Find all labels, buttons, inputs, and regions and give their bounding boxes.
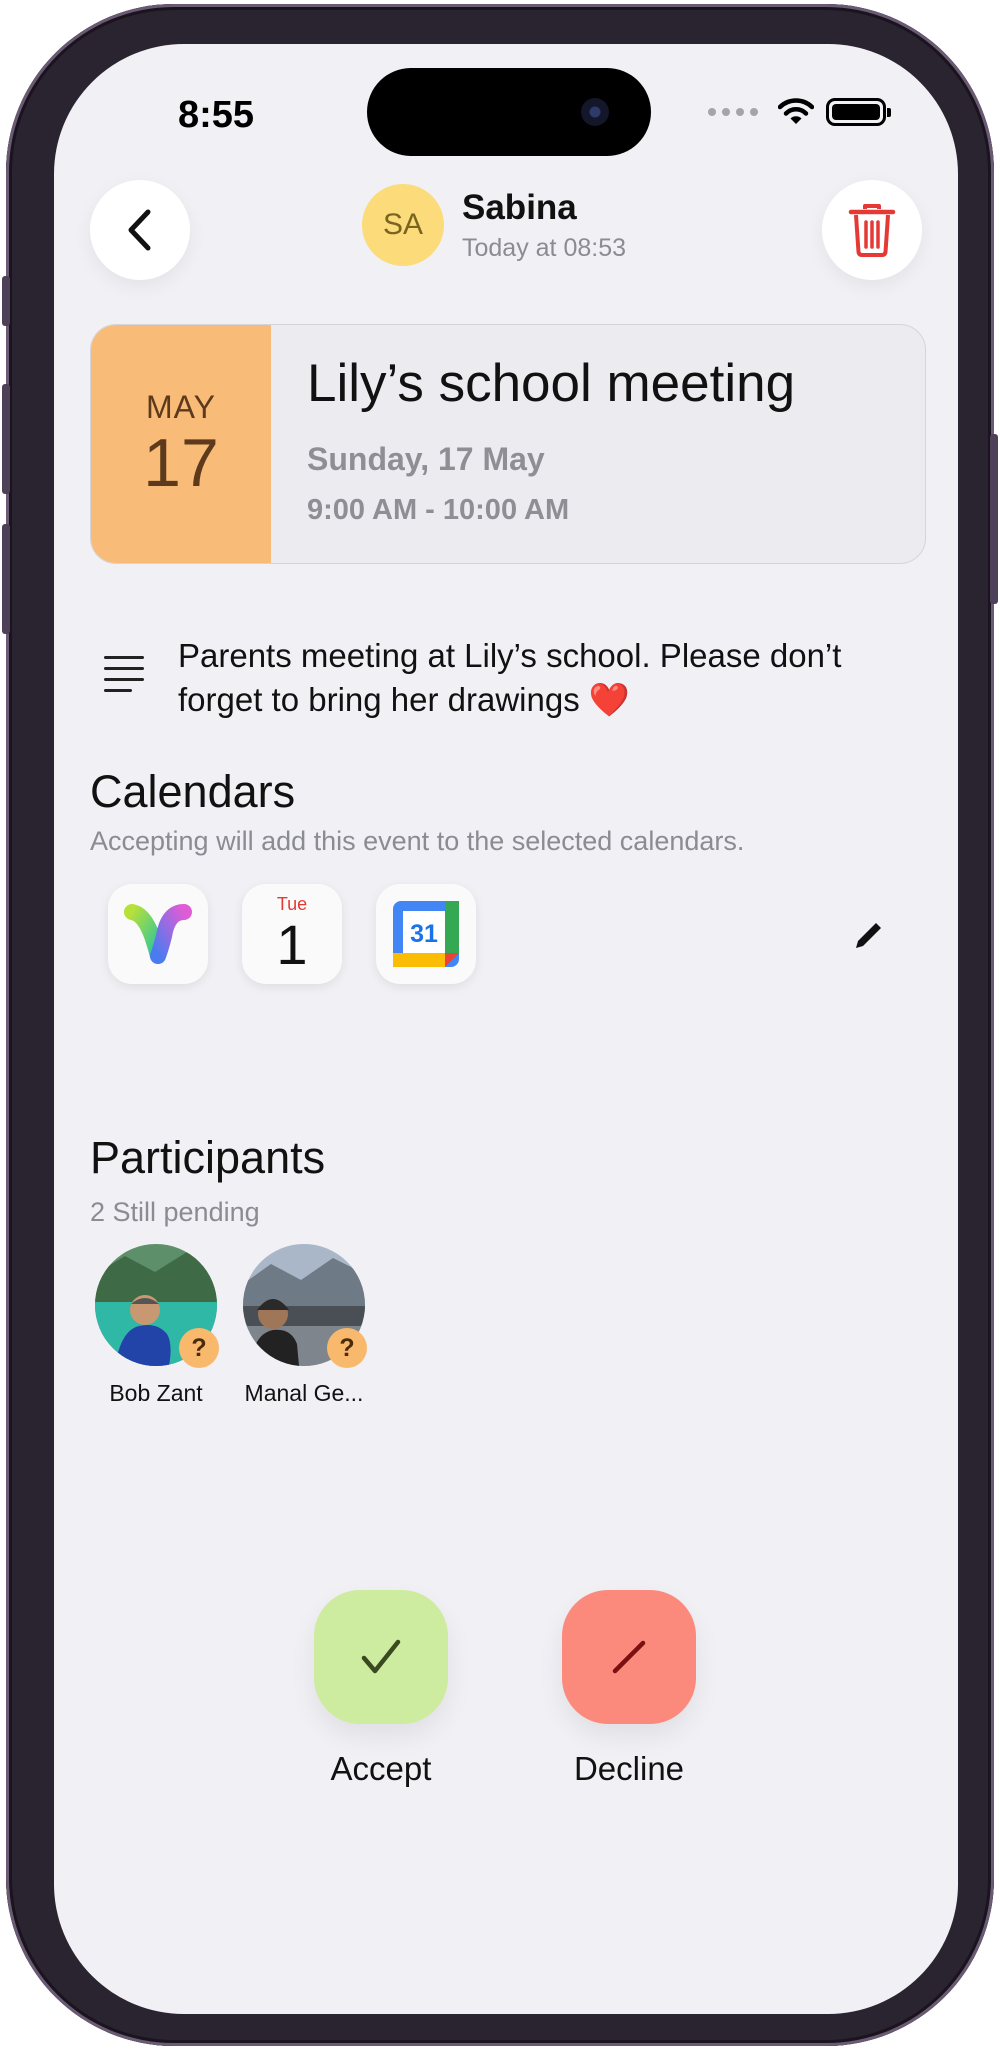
accept-action: Accept bbox=[314, 1590, 448, 1788]
sender-info: SA Sabina Today at 08:53 bbox=[362, 184, 626, 266]
status-time: 8:55 bbox=[178, 94, 255, 136]
pending-badge: ? bbox=[327, 1328, 367, 1368]
wifi-icon bbox=[778, 98, 814, 124]
volume-down-button bbox=[2, 524, 10, 634]
calendar-weekday: Tue bbox=[276, 894, 308, 914]
power-button bbox=[990, 434, 998, 604]
screen: 8:55 SA Sabina Today at 08:53 MAY 17 Lil… bbox=[54, 44, 958, 2014]
phone-frame: 8:55 SA Sabina Today at 08:53 MAY 17 Lil… bbox=[2, 4, 998, 2046]
sent-time: Today at 08:53 bbox=[462, 233, 627, 262]
back-button[interactable] bbox=[90, 180, 190, 280]
event-month: MAY bbox=[146, 388, 216, 425]
mute-switch bbox=[2, 276, 10, 326]
participant-avatar: ? bbox=[95, 1244, 219, 1368]
chevron-left-icon bbox=[128, 209, 151, 251]
app-logo-icon[interactable] bbox=[108, 884, 208, 984]
dynamic-island bbox=[367, 68, 651, 156]
trash-icon bbox=[848, 204, 896, 257]
camera-icon bbox=[581, 98, 609, 126]
battery-icon bbox=[826, 98, 891, 126]
google-calendar-icon[interactable]: 31 bbox=[376, 884, 476, 984]
event-date-block: MAY 17 bbox=[91, 325, 271, 563]
participants-title: Participants bbox=[90, 1132, 326, 1183]
apple-calendar-icon[interactable]: Tue 1 bbox=[242, 884, 342, 984]
avatar: SA bbox=[362, 184, 444, 266]
accept-label: Accept bbox=[330, 1750, 432, 1787]
calendars-title: Calendars bbox=[90, 766, 296, 817]
participant-name: Manal Ge... bbox=[244, 1380, 364, 1406]
participants-subtitle: 2 Still pending bbox=[90, 1197, 260, 1227]
decline-label: Decline bbox=[573, 1750, 685, 1787]
event-time: 9:00 AM - 10:00 AM bbox=[307, 494, 570, 526]
delete-button[interactable] bbox=[822, 180, 922, 280]
decline-slash-icon bbox=[612, 1640, 646, 1674]
event-card[interactable]: MAY 17 Lily’s school meeting Sunday, 17 … bbox=[90, 324, 926, 564]
participant-list: ? Bob Zant ? Manal Ge... bbox=[88, 1244, 372, 1407]
participant-item[interactable]: ? Manal Ge... bbox=[236, 1244, 372, 1407]
description-text: Parents meeting at Lily’s school. Please… bbox=[178, 637, 842, 718]
signal-icon bbox=[708, 108, 758, 116]
event-description: Parents meeting at Lily’s school. Please… bbox=[104, 634, 878, 722]
notes-icon bbox=[104, 656, 144, 700]
event-title: Lily’s school meeting bbox=[307, 354, 796, 413]
decline-button[interactable] bbox=[562, 1590, 696, 1724]
volume-up-button bbox=[2, 384, 10, 494]
google-calendar-day: 31 bbox=[410, 920, 438, 948]
participant-item[interactable]: ? Bob Zant bbox=[88, 1244, 224, 1407]
decline-action: Decline bbox=[562, 1590, 696, 1788]
calendar-day: 1 bbox=[276, 912, 308, 976]
accept-button[interactable] bbox=[314, 1590, 448, 1724]
event-date: Sunday, 17 May bbox=[307, 441, 545, 477]
calendar-list: Tue 1 31 bbox=[108, 884, 476, 984]
edit-pencil-icon[interactable] bbox=[848, 916, 888, 956]
sender-name: Sabina bbox=[462, 187, 577, 227]
calendars-subtitle: Accepting will add this event to the sel… bbox=[90, 826, 745, 856]
pending-badge: ? bbox=[179, 1328, 219, 1368]
checkmark-icon bbox=[361, 1639, 401, 1674]
participant-name: Bob Zant bbox=[109, 1380, 203, 1406]
status-icons bbox=[708, 98, 891, 126]
participant-avatar: ? bbox=[243, 1244, 367, 1368]
event-day: 17 bbox=[143, 424, 219, 501]
